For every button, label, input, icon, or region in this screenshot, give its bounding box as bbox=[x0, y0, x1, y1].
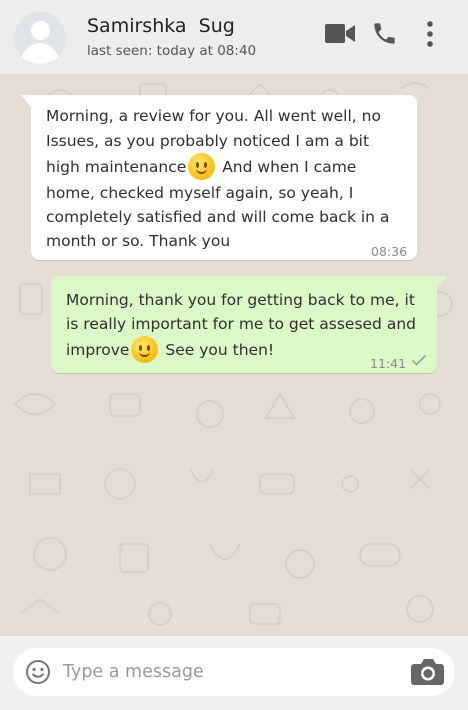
incoming-message-bubble[interactable]: Morning, a review for you. All went well… bbox=[21, 95, 417, 260]
chat-header: Samirshka Sug last seen: today at 08:40 bbox=[0, 0, 468, 74]
last-seen-status: last seen: today at 08:40 bbox=[87, 43, 257, 59]
slightly-smiling-face-emoji bbox=[188, 153, 216, 180]
slightly-smiling-face-emoji bbox=[131, 336, 159, 363]
avatar[interactable] bbox=[14, 12, 66, 64]
message-text-segment: high maintenance bbox=[46, 158, 187, 176]
message-timestamp: 08:36 bbox=[371, 244, 408, 259]
avatar-body bbox=[21, 43, 59, 64]
message-timestamp: 11:41 bbox=[370, 356, 407, 371]
video-call-icon[interactable] bbox=[325, 23, 356, 44]
message-text-segment: improve bbox=[66, 341, 130, 359]
message-input[interactable]: Type a message bbox=[13, 648, 455, 696]
message-text-line: month or so. Thank you bbox=[46, 232, 231, 250]
message-text-line: Issues, as you probably noticed I am a b… bbox=[46, 132, 370, 150]
message-text-line: is really important for me to get assese… bbox=[66, 315, 416, 333]
phone-icon[interactable] bbox=[371, 20, 398, 47]
message-text-line: Morning, thank you for getting back to m… bbox=[66, 291, 415, 309]
check-icon bbox=[411, 354, 427, 366]
contact-name[interactable]: Samirshka Sug bbox=[87, 15, 235, 37]
message-composer: Type a message bbox=[0, 636, 468, 710]
message-text-line: Morning, a review for you. All went well… bbox=[46, 107, 381, 125]
emoji-icon[interactable] bbox=[25, 659, 51, 685]
more-vertical-icon[interactable] bbox=[425, 21, 435, 47]
camera-icon[interactable] bbox=[411, 657, 444, 686]
message-text-line: high maintenance And when I came bbox=[46, 153, 356, 180]
message-text-segment: See you then! bbox=[160, 341, 275, 359]
chat-area[interactable]: Morning, a review for you. All went well… bbox=[0, 74, 468, 636]
message-text-line: improve See you then! bbox=[66, 336, 274, 363]
message-input-placeholder[interactable]: Type a message bbox=[63, 662, 204, 682]
message-text-line: home, checked myself again, so yeah, I bbox=[46, 184, 354, 202]
avatar-head bbox=[31, 21, 50, 40]
outgoing-message-bubble[interactable]: Morning, thank you for getting back to m… bbox=[51, 276, 447, 373]
message-text-segment: And when I came bbox=[217, 158, 357, 176]
message-text-line: completely satisfied and will come back … bbox=[46, 208, 390, 226]
